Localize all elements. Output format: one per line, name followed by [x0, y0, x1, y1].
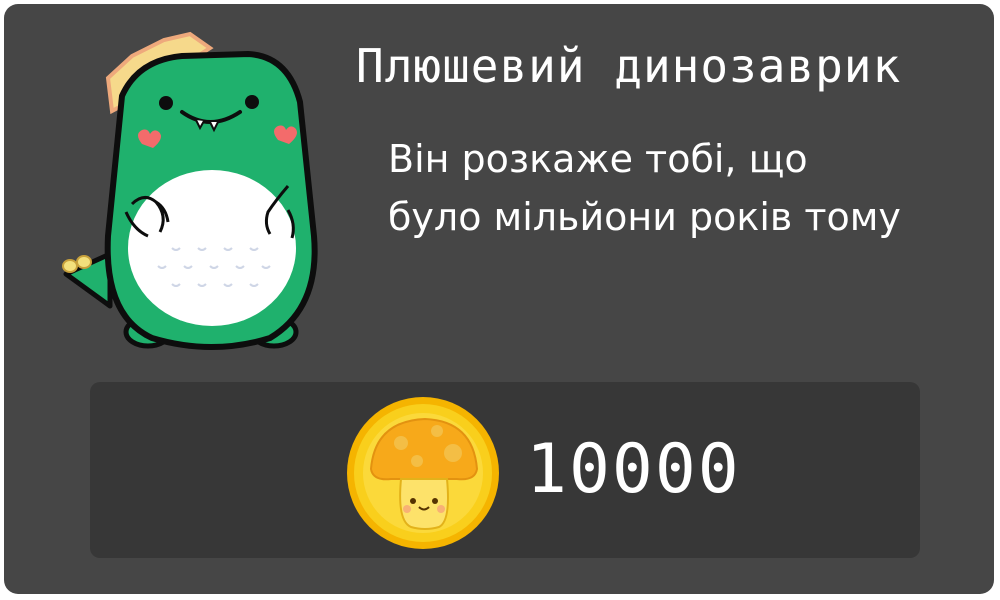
- item-card: Плюшевий динозаврик Він розкаже тобі, що…: [4, 4, 994, 594]
- plush-dinosaur-icon: [62, 31, 318, 350]
- item-title: Плюшевий динозаврик: [356, 39, 902, 93]
- item-description: Він розкаже тобі, що було мільйони років…: [388, 137, 901, 239]
- price-value: 10000: [526, 430, 741, 509]
- price-panel[interactable]: 10000: [90, 382, 920, 558]
- mushroom-coin-icon: [347, 397, 499, 549]
